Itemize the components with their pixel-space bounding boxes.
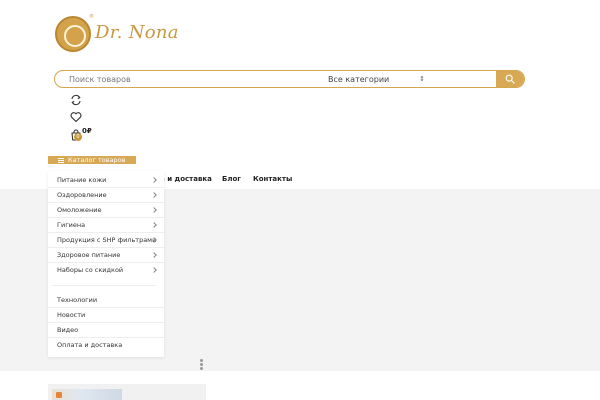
product-image [52, 389, 122, 400]
slider-dot[interactable] [200, 367, 203, 370]
catalog-item-label: Питание кожи [57, 176, 107, 184]
catalog-item-rejuvenation[interactable]: Омоложение [48, 203, 164, 218]
catalog-link-technologies[interactable]: Технологии [48, 293, 164, 308]
catalog-link-video[interactable]: Видео [48, 323, 164, 338]
catalog-item-discount-sets[interactable]: Наборы со скидкой [48, 263, 164, 278]
chevron-right-icon [151, 192, 157, 198]
nav-item-payment-delivery[interactable]: та и доставка [156, 175, 212, 183]
chevron-right-icon [151, 267, 157, 273]
catalog-item-label: Омоложение [57, 206, 102, 214]
heart-icon [70, 112, 82, 123]
catalog-button-label: Каталог товаров [68, 156, 126, 164]
catalog-dropdown: Питание кожи Оздоровление Омоложение Гиг… [48, 171, 164, 357]
catalog-item-shp-filters[interactable]: Продукция с SHP фильтрами [48, 233, 164, 248]
catalog-item-label: Оздоровление [57, 191, 107, 199]
catalog-link-payment-delivery[interactable]: Оплата и доставка [48, 338, 164, 353]
catalog-button[interactable]: Каталог товаров [48, 156, 136, 164]
logo-brand-text: Dr. Nona [95, 22, 179, 43]
chevron-right-icon [151, 252, 157, 258]
menu-icon [58, 157, 64, 163]
menu-divider [52, 285, 156, 286]
slider-dot[interactable] [200, 363, 203, 366]
compare-icon [71, 94, 81, 106]
catalog-item-label: Гигиена [57, 221, 86, 229]
cart-total: 0₽ [82, 127, 92, 135]
category-select-value: Все категории [328, 74, 390, 84]
catalog-link-label: Оплата и доставка [57, 341, 123, 349]
product-card[interactable] [48, 384, 206, 400]
catalog-link-label: Технологии [57, 296, 98, 304]
page: ® Dr. Nona Все категории ⇕ [0, 0, 600, 400]
search-icon [505, 74, 515, 84]
slider-dots[interactable] [200, 359, 204, 371]
catalog-link-label: Новости [57, 311, 86, 319]
chevron-right-icon [151, 177, 157, 183]
catalog-link-label: Видео [57, 326, 79, 334]
catalog-item-healthy-food[interactable]: Здоровое питание [48, 248, 164, 263]
compare-button[interactable] [70, 91, 82, 106]
catalog-item-hygiene[interactable]: Гигиена [48, 218, 164, 233]
catalog-item-label: Здоровое питание [57, 251, 121, 259]
catalog-item-label: Наборы со скидкой [57, 266, 124, 274]
nav-item-contacts[interactable]: Контакты [253, 175, 292, 183]
search-input[interactable] [55, 71, 315, 87]
nav-item-blog[interactable]: Блог [222, 175, 241, 183]
wishlist-button[interactable] [70, 108, 82, 123]
chevron-right-icon [151, 222, 157, 228]
select-caret-icon: ⇕ [419, 75, 425, 83]
chevron-right-icon [151, 207, 157, 213]
logo-seal-icon [55, 16, 91, 52]
catalog-item-skin-nutrition[interactable]: Питание кожи [48, 173, 164, 188]
logo-registered-mark: ® [89, 14, 94, 20]
catalog-link-news[interactable]: Новости [48, 308, 164, 323]
search-bar: Все категории ⇕ [54, 70, 525, 88]
slider-dot[interactable] [200, 359, 203, 362]
catalog-item-label: Продукция с SHP фильтрами [57, 236, 157, 244]
category-select[interactable]: Все категории ⇕ [315, 71, 431, 87]
cart-count-badge: 0 [74, 133, 82, 141]
catalog-item-wellness[interactable]: Оздоровление [48, 188, 164, 203]
site-logo[interactable]: ® Dr. Nona [55, 14, 179, 54]
search-button[interactable] [496, 71, 524, 87]
